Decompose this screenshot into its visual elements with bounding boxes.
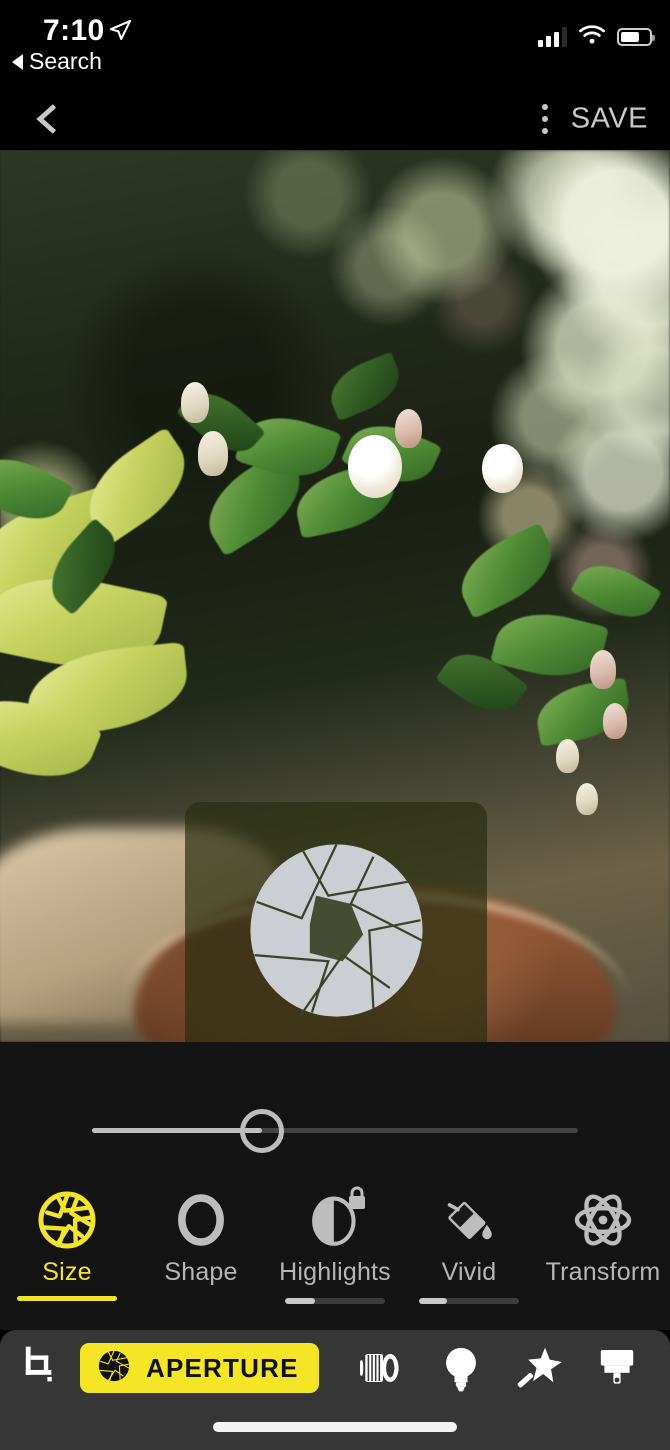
aperture-icon <box>36 1188 98 1252</box>
tab-size[interactable]: Size <box>0 1188 134 1330</box>
aperture-tool-label: APERTURE <box>146 1352 299 1383</box>
size-slider[interactable] <box>0 1100 670 1160</box>
back-button[interactable] <box>30 99 64 139</box>
location-arrow-icon <box>108 18 132 42</box>
status-time: 7:10 <box>43 14 105 47</box>
home-indicator <box>213 1422 457 1432</box>
aperture-value-overlay: f 5.7 <box>185 802 487 1042</box>
slider-track[interactable] <box>92 1108 578 1153</box>
edit-panel: Size Shape Highlights Vivid Transform <box>0 1042 670 1330</box>
atom-icon <box>572 1188 634 1252</box>
photo-editor-screen: 7:10 Search SAVE Size Shape Highlights V… <box>0 0 670 1450</box>
more-vertical-icon[interactable] <box>530 99 560 139</box>
tab-progress-bar <box>419 1298 519 1304</box>
back-to-app-label: Search <box>29 48 102 74</box>
navigation-bar: SAVE <box>0 88 670 150</box>
photo-canvas[interactable]: f 5.7 <box>0 150 670 1042</box>
aperture-tool-button[interactable]: APERTURE <box>80 1343 319 1393</box>
wifi-icon <box>578 24 606 50</box>
tool-tabs: Size Shape Highlights Vivid Transform <box>0 1186 670 1330</box>
lock-icon <box>346 1185 368 1211</box>
toolbar-items: APERTURE <box>0 1330 670 1406</box>
tab-label: Size <box>42 1258 92 1286</box>
tab-active-underline <box>17 1296 117 1301</box>
bottom-toolbar: APERTURE <box>0 1330 670 1450</box>
save-button[interactable]: SAVE <box>571 103 648 136</box>
back-to-app-indicator[interactable]: Search <box>12 48 102 75</box>
status-indicators <box>538 24 655 50</box>
tab-progress-bar <box>285 1298 385 1304</box>
lightbulb-icon[interactable] <box>433 1340 489 1396</box>
battery-icon <box>617 28 655 46</box>
crop-icon <box>17 1344 61 1393</box>
tab-label: Shape <box>164 1258 238 1286</box>
magic-wand-icon[interactable] <box>511 1340 567 1396</box>
slider-fill <box>92 1128 263 1133</box>
paint-bucket-icon <box>439 1188 499 1252</box>
tab-transform[interactable]: Transform <box>536 1188 670 1330</box>
crop-button[interactable] <box>0 1344 78 1393</box>
tab-highlights[interactable]: Highlights <box>268 1186 402 1330</box>
tab-shape[interactable]: Shape <box>134 1188 268 1330</box>
aperture-icon <box>96 1348 132 1389</box>
aperture-icon <box>234 828 439 1033</box>
tab-label: Vivid <box>441 1258 497 1286</box>
tab-label: Transform <box>545 1258 661 1286</box>
half-circle-icon <box>306 1186 365 1252</box>
tab-vivid[interactable]: Vivid <box>402 1188 536 1330</box>
circle-ring-icon <box>172 1188 230 1252</box>
slider-thumb[interactable] <box>240 1108 285 1153</box>
triangle-left-icon <box>12 53 23 70</box>
tab-label: Highlights <box>279 1258 391 1286</box>
paintbrush-icon[interactable] <box>589 1340 645 1396</box>
cellular-signal-icon <box>538 27 567 47</box>
lens-barrel-icon[interactable] <box>356 1340 412 1396</box>
status-bar: 7:10 Search <box>0 0 670 88</box>
toolbar-secondary-items <box>319 1340 670 1396</box>
